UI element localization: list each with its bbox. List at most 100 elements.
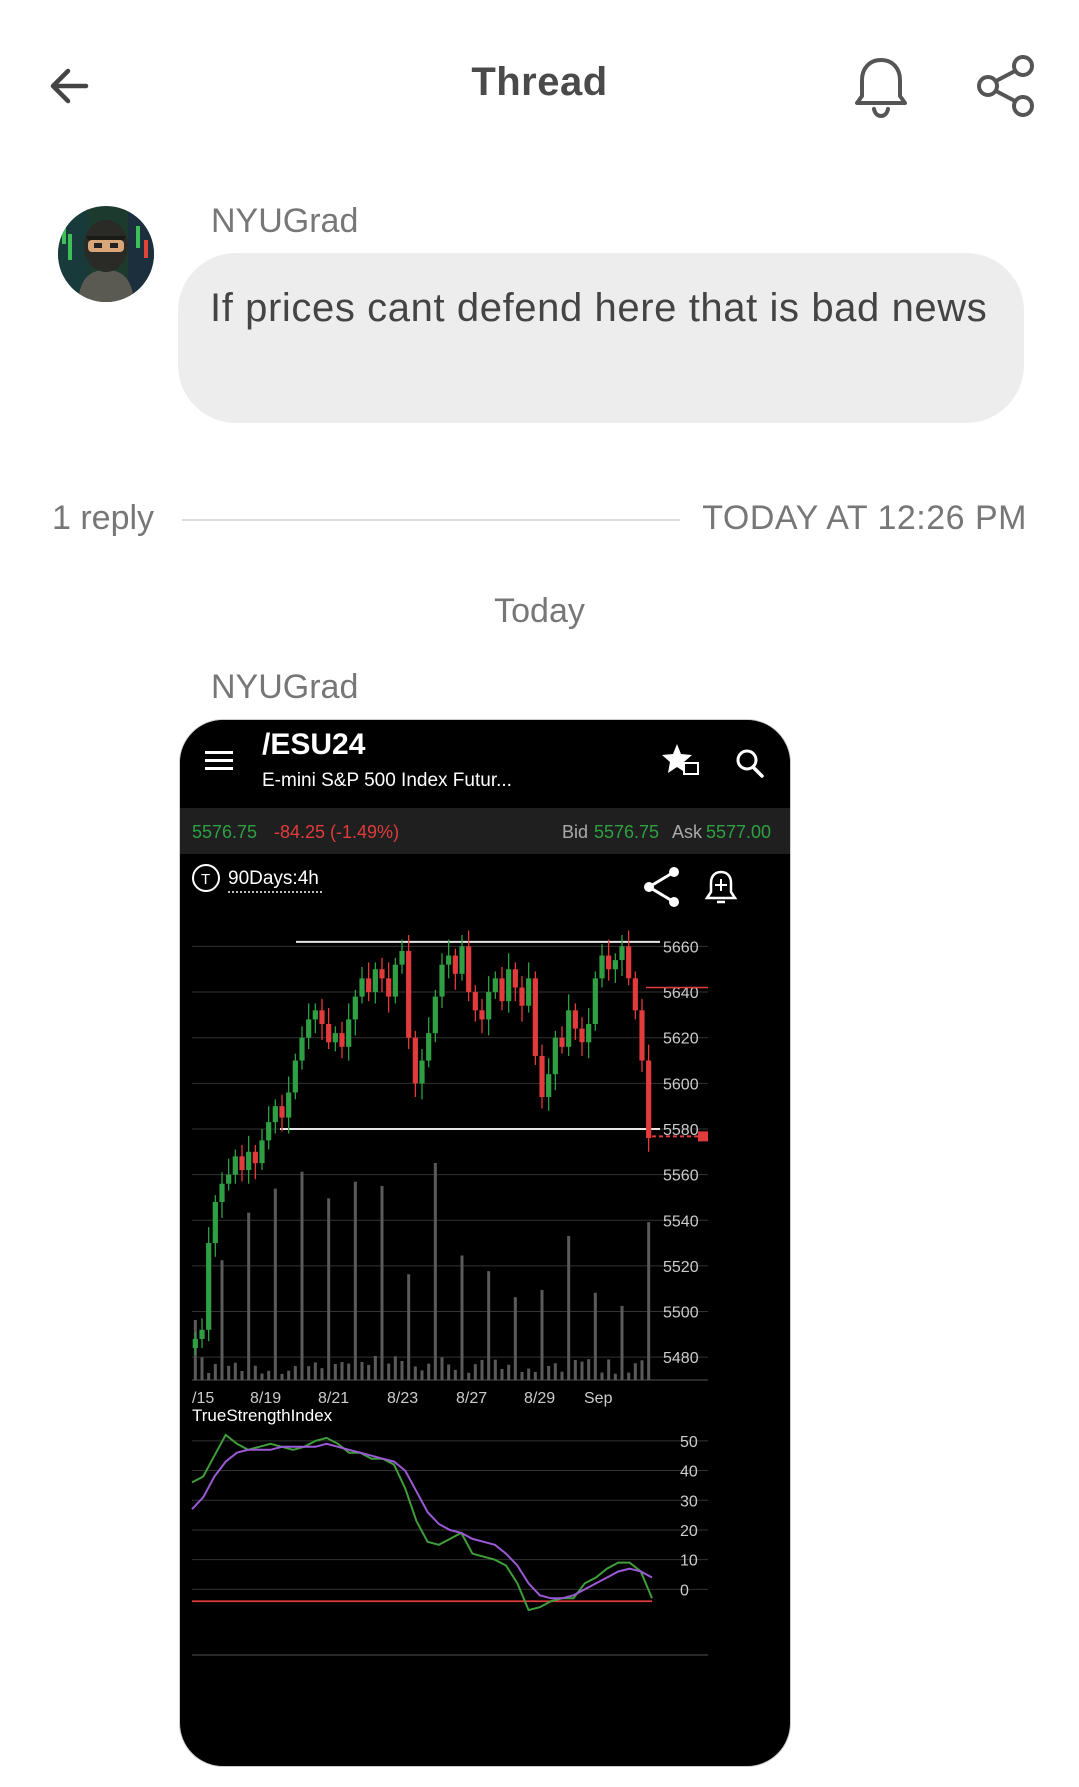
y-tick-label: 5620 bbox=[663, 1031, 699, 1048]
attachment-image[interactable]: /ESU24 E-mini S&P 500 Index Futur... 557… bbox=[179, 719, 791, 1767]
y-tick-label: 5560 bbox=[663, 1168, 699, 1185]
bell-icon[interactable] bbox=[850, 52, 912, 120]
chart-share-icon[interactable] bbox=[644, 867, 679, 907]
candle-body bbox=[479, 1010, 485, 1020]
volume-bar bbox=[580, 1361, 584, 1380]
candle-body bbox=[272, 1106, 278, 1123]
candle-body bbox=[192, 1338, 198, 1349]
avatar[interactable] bbox=[58, 206, 154, 302]
candle-body bbox=[352, 996, 358, 1020]
candle-body bbox=[399, 950, 405, 965]
volume-bar bbox=[227, 1365, 231, 1380]
price-chart[interactable]: 5660564056205600558055605540552055005480… bbox=[192, 930, 708, 1407]
candle-body bbox=[572, 1010, 578, 1029]
candle-body bbox=[486, 992, 492, 1020]
volume-bar bbox=[573, 1360, 577, 1380]
candle-body bbox=[199, 1329, 205, 1339]
last-price: 5576.75 bbox=[192, 822, 257, 842]
price-change: -84.25 (-1.49%) bbox=[274, 822, 399, 842]
candle-body bbox=[612, 960, 618, 970]
candle-body bbox=[386, 978, 392, 997]
hamburger-menu-icon[interactable] bbox=[205, 751, 233, 770]
tsi-y-tick-label: 50 bbox=[680, 1434, 698, 1451]
candle-body bbox=[606, 955, 612, 970]
volume-bar bbox=[607, 1359, 611, 1380]
candle-body bbox=[459, 946, 465, 974]
volume-bar bbox=[213, 1363, 217, 1380]
candle-body bbox=[452, 955, 458, 974]
volume-bar bbox=[587, 1359, 591, 1380]
x-tick-label: Sep bbox=[584, 1390, 613, 1407]
tsi-y-tick-label: 10 bbox=[680, 1553, 698, 1570]
candle-body bbox=[532, 978, 538, 1056]
y-tick-label: 5480 bbox=[663, 1350, 699, 1367]
volume-bar bbox=[500, 1368, 504, 1380]
tsi-y-tick-label: 0 bbox=[680, 1582, 689, 1599]
volume-bar bbox=[260, 1373, 264, 1380]
share-icon[interactable] bbox=[975, 53, 1037, 119]
candle-body bbox=[639, 1010, 645, 1061]
volume-bar bbox=[433, 1162, 437, 1380]
tsi-y-tick-label: 40 bbox=[680, 1464, 698, 1481]
volume-bar bbox=[267, 1370, 271, 1380]
volume-bar bbox=[320, 1368, 324, 1380]
message-bubble[interactable]: If prices cant defend here that is bad n… bbox=[178, 253, 1024, 423]
volume-bar bbox=[380, 1185, 384, 1380]
volume-bar bbox=[620, 1305, 624, 1380]
candle-body bbox=[212, 1202, 218, 1244]
candle-body bbox=[632, 978, 638, 1011]
volume-bar bbox=[200, 1357, 204, 1380]
reply-author[interactable]: NYUGrad bbox=[211, 668, 358, 707]
volume-bar bbox=[293, 1366, 297, 1380]
x-tick-label: 8/21 bbox=[318, 1390, 349, 1407]
reply-timestamp: TODAY AT 12:26 PM bbox=[702, 499, 1027, 537]
volume-bar bbox=[367, 1364, 371, 1380]
volume-bar bbox=[547, 1365, 551, 1380]
volume-bar bbox=[627, 1372, 631, 1380]
candle-body bbox=[599, 955, 605, 979]
app-toolbar: /ESU24 E-mini S&P 500 Index Futur... bbox=[180, 720, 790, 808]
price-alert-icon[interactable] bbox=[704, 870, 738, 904]
volume-bar bbox=[327, 1198, 331, 1380]
candle-body bbox=[266, 1122, 272, 1141]
reply-summary: 1 reply TODAY AT 12:26 PM bbox=[52, 495, 1027, 543]
candle-body bbox=[306, 1019, 312, 1038]
volume-bar bbox=[407, 1274, 411, 1380]
candle-body bbox=[466, 946, 472, 993]
volume-bar bbox=[427, 1363, 431, 1380]
volume-bar bbox=[560, 1371, 564, 1380]
candle-body bbox=[259, 1140, 265, 1164]
tsi-y-tick-label: 20 bbox=[680, 1523, 698, 1540]
header: Thread bbox=[0, 0, 1079, 170]
volume-bar bbox=[440, 1357, 444, 1380]
volume-bar bbox=[567, 1235, 571, 1380]
candle-body bbox=[286, 1092, 292, 1118]
volume-bar bbox=[513, 1297, 517, 1380]
volume-bar bbox=[613, 1373, 617, 1380]
volume-bar bbox=[307, 1366, 311, 1380]
candle-body bbox=[519, 987, 525, 1006]
candle-body bbox=[526, 978, 532, 1006]
volume-bar bbox=[640, 1360, 644, 1380]
volume-bar bbox=[300, 1171, 304, 1380]
volume-bar bbox=[540, 1289, 544, 1380]
candle-body bbox=[446, 955, 452, 965]
candle-body bbox=[246, 1151, 252, 1171]
volume-bar bbox=[247, 1212, 251, 1380]
volume-bar bbox=[333, 1363, 337, 1380]
volume-bar bbox=[473, 1364, 477, 1380]
x-tick-label: /15 bbox=[192, 1390, 214, 1407]
candle-body bbox=[586, 1024, 592, 1043]
candle-body bbox=[412, 1037, 418, 1084]
candle-body bbox=[552, 1037, 558, 1075]
tsi-y-tick-label: 30 bbox=[680, 1493, 698, 1510]
timeframe-selector[interactable]: T 90Days:4h bbox=[192, 864, 322, 893]
candle-body bbox=[499, 978, 505, 1002]
tsi-series-line bbox=[191, 1442, 653, 1600]
volume-bar bbox=[360, 1361, 364, 1380]
message-author[interactable]: NYUGrad bbox=[211, 202, 358, 241]
volume-bar bbox=[353, 1181, 357, 1380]
bid-label: Bid bbox=[562, 822, 588, 842]
volume-bar bbox=[233, 1362, 237, 1380]
volume-bar bbox=[220, 1260, 224, 1380]
